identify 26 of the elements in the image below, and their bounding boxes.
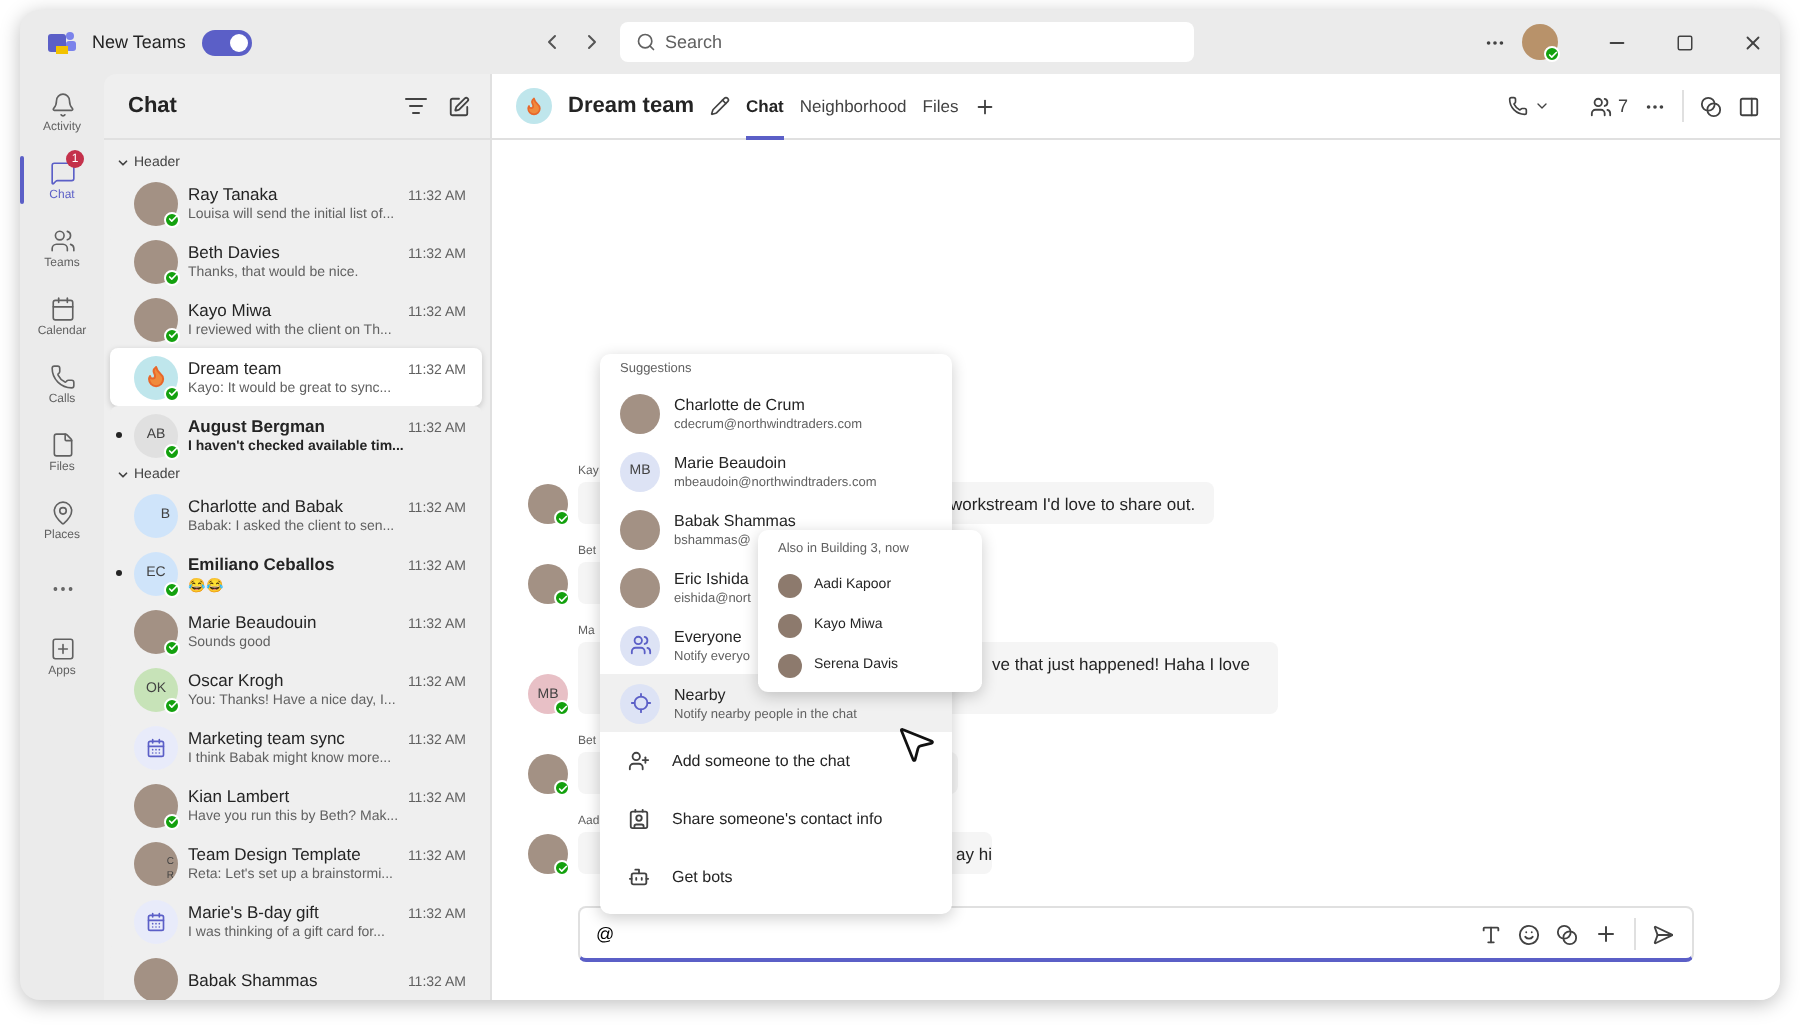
suggestion-name: Eric Ishida	[674, 569, 749, 587]
chat-name: Beth Davies	[188, 242, 280, 262]
app-name: New Teams	[92, 32, 186, 52]
conversation-title: Dream team	[568, 94, 694, 118]
chat-name: Kayo Miwa	[188, 300, 272, 320]
suggestion-name: Marie Beaudoin	[674, 453, 787, 471]
chat-name: Ray Tanaka	[188, 184, 278, 204]
suggestion-name: Share someone's contact info	[672, 810, 883, 828]
chat-name: Charlotte and Babak	[188, 496, 343, 516]
suggestion-name: Add someone to the chat	[672, 752, 850, 770]
chat-name: Marie's B-day gift	[188, 902, 319, 922]
panel-title: Chat	[128, 94, 179, 118]
suggestion-name: Get bots	[672, 868, 733, 886]
suggestion-name: Babak Shammas	[674, 511, 796, 529]
suggestion-name: Everyone	[674, 627, 742, 645]
suggestion-name: Nearby	[674, 685, 726, 703]
chat-name: Emiliano Ceballos	[188, 553, 335, 573]
suggestion-name: Charlotte de Crum	[674, 395, 805, 413]
chat-name: Marketing team sync	[188, 728, 345, 748]
chat-name: Oscar Krogh	[188, 670, 284, 690]
chat-name: Dream team	[188, 358, 282, 378]
chat-name: Babak Shammas	[188, 969, 318, 989]
chat-name: Marie Beaudouin	[188, 612, 317, 632]
chat-name: August Bergman	[188, 416, 325, 436]
chat-name: Team Design Template	[188, 844, 361, 864]
chat-name: Kian Lambert	[188, 786, 290, 806]
